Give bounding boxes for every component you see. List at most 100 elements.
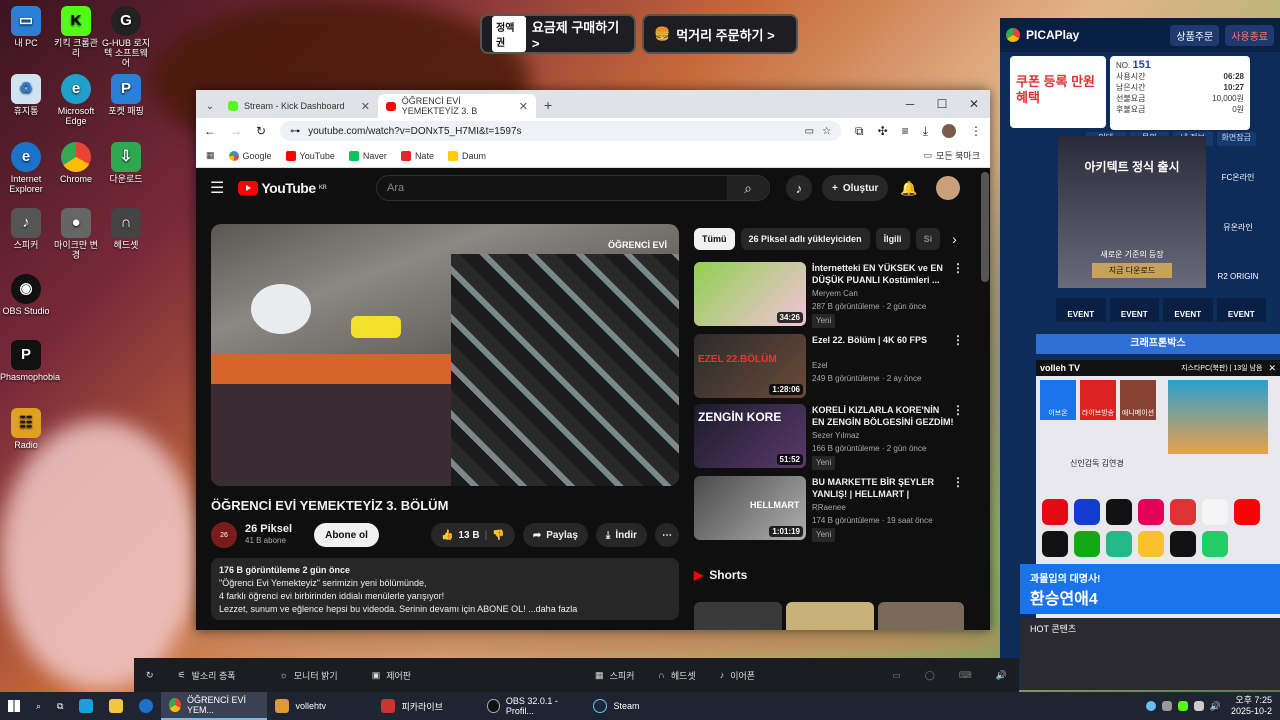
ghub-desktop-icon[interactable]: G G-HUB 로지텍 소프트웨어 bbox=[100, 6, 152, 68]
site-info-icon[interactable]: ⊶ bbox=[290, 126, 300, 137]
bell-icon[interactable]: 🔔 bbox=[900, 180, 917, 197]
edge-desktop-icon[interactable]: e Microsoft Edge bbox=[50, 74, 102, 126]
recommendation-item[interactable]: EZEL 22.BÖLÜM 1:28:06 Ezel 22. Bölüm | 4K… bbox=[694, 334, 964, 398]
minimize-icon[interactable]: ─ bbox=[894, 90, 926, 118]
more-options-icon[interactable]: ⋮ bbox=[952, 476, 964, 488]
recommendation-item[interactable]: HELLMART 1:01:19 BU MARKETTE BİR ŞEYLER Y… bbox=[694, 476, 964, 542]
tab-youtube[interactable]: ÖĞRENCİ EVİ YEMEKTEYİZ 3. B ✕ bbox=[378, 94, 536, 118]
architect-game-ad[interactable]: 아키텍트 정식 출시 새로운 기준의 등장 지금 다운로드 bbox=[1058, 136, 1206, 288]
close-icon[interactable]: ✕ bbox=[958, 90, 990, 118]
thumbs-down-icon[interactable]: 👎 bbox=[492, 530, 504, 541]
close-tab-icon[interactable]: ✕ bbox=[361, 100, 370, 113]
tving-icon[interactable] bbox=[1138, 531, 1164, 557]
media-icon[interactable]: ≡ bbox=[902, 124, 909, 138]
share-button[interactable]: ➦ Paylaş bbox=[522, 523, 588, 547]
short-thumbnail[interactable] bbox=[786, 602, 874, 630]
tab-search-icon[interactable]: ⌄ bbox=[200, 101, 220, 112]
order-food-button[interactable]: 🍔 먹거리 주문하기 > bbox=[642, 14, 798, 54]
bookmark-google[interactable]: Google bbox=[228, 150, 272, 161]
like-button[interactable]: 👍 13 B | 👎 bbox=[430, 523, 515, 547]
kick-tray-icon[interactable] bbox=[1177, 701, 1188, 711]
search-icon[interactable]: ⌕ bbox=[727, 176, 769, 200]
bookmark-nate[interactable]: Nate bbox=[400, 150, 434, 161]
tab-kick[interactable]: Stream - Kick Dashboard ✕ bbox=[220, 94, 378, 118]
short-thumbnail[interactable] bbox=[878, 602, 964, 630]
earphone-output-button[interactable]: ♪ 이어폰 bbox=[708, 669, 767, 682]
all-bookmarks[interactable]: ▭ 모든 북마크 bbox=[924, 149, 980, 162]
extension-icon[interactable]: ⧉ bbox=[855, 124, 864, 139]
download-button[interactable]: ⤓ İndir bbox=[595, 523, 647, 547]
profile-avatar[interactable] bbox=[942, 124, 956, 138]
more-options-icon[interactable]: ⋮ bbox=[952, 262, 964, 274]
hamburger-menu-icon[interactable]: ☰ bbox=[210, 178, 224, 198]
taskbar-app-chrome[interactable]: ÖĞRENCİ EVİ YEM... bbox=[161, 692, 268, 720]
close-icon[interactable]: ✕ bbox=[1268, 363, 1276, 374]
back-icon[interactable]: ← bbox=[204, 124, 216, 138]
recommendation-item[interactable]: ZENGİN KORE 51:52 KORELİ KIZLARLA KORE'Nİ… bbox=[694, 404, 964, 470]
wavve-icon[interactable] bbox=[1138, 499, 1164, 525]
movie-icon[interactable] bbox=[1170, 499, 1196, 525]
search-icon[interactable]: ⌕ bbox=[28, 692, 49, 720]
ie-desktop-icon[interactable]: e Internet Explorer bbox=[0, 142, 52, 194]
soop-icon[interactable] bbox=[1042, 531, 1068, 557]
my-pc-desktop-icon[interactable]: ▭ 내 PC bbox=[0, 6, 52, 48]
featured-show-thumbnail[interactable] bbox=[1168, 380, 1268, 454]
desktop-app-icon[interactable] bbox=[71, 692, 101, 720]
maximize-icon[interactable]: ☐ bbox=[926, 90, 958, 118]
disney-plus-icon[interactable] bbox=[1074, 499, 1100, 525]
speaker-output-button[interactable]: ▦ 스피커 bbox=[583, 669, 646, 682]
clock[interactable]: 오후 7:25 2025-10-2 bbox=[1231, 695, 1272, 717]
chip-all[interactable]: Tümü bbox=[694, 228, 735, 250]
chip-uploader[interactable]: 26 Piksel adlı yükleyiciden bbox=[740, 228, 870, 250]
radio-desktop-icon[interactable]: ☷ Radio bbox=[0, 408, 52, 450]
bookmark-star-icon[interactable]: ☆ bbox=[822, 126, 831, 137]
start-button[interactable] bbox=[0, 692, 28, 720]
monitor-brightness-button[interactable]: ☼ 모니터 밝기 bbox=[268, 669, 350, 682]
create-button[interactable]: + Oluştur bbox=[822, 175, 889, 201]
app-icon[interactable] bbox=[1202, 499, 1228, 525]
bookmark-naver[interactable]: Naver bbox=[348, 150, 387, 161]
apple-tv-icon[interactable] bbox=[1106, 499, 1132, 525]
mic-desktop-icon[interactable]: ● 마이크만 변경 bbox=[50, 208, 102, 260]
headset-output-button[interactable]: ∩ 헤드셋 bbox=[646, 669, 707, 682]
krafton-box-link[interactable]: 크래프톤박스 bbox=[1036, 334, 1280, 354]
more-actions-icon[interactable]: ⋯ bbox=[655, 523, 679, 547]
reload-icon[interactable]: ↻ bbox=[256, 124, 266, 138]
downloads-desktop-icon[interactable]: ⇩ 다운로드 bbox=[100, 142, 152, 184]
video-player[interactable]: ÖĞRENCİ EVİ bbox=[211, 224, 679, 486]
menu-icon[interactable]: ⋮ bbox=[970, 124, 982, 138]
subscribe-button[interactable]: Abone ol bbox=[314, 523, 379, 547]
png-desktop-icon[interactable]: P 포켓 패핑 bbox=[100, 74, 152, 116]
speaker-desktop-icon[interactable]: ♪ 스피커 bbox=[0, 208, 52, 250]
keyboard-icon[interactable]: ⌨ bbox=[947, 670, 984, 681]
order-product-button[interactable]: 상품주문 bbox=[1170, 24, 1220, 46]
fc-online-link[interactable]: FC온라인 bbox=[1210, 136, 1266, 186]
chip-related[interactable]: İlgili bbox=[875, 228, 910, 250]
more-options-icon[interactable]: ⋮ bbox=[952, 334, 964, 346]
discord-tray-icon[interactable] bbox=[1161, 701, 1172, 711]
avatar[interactable] bbox=[936, 176, 960, 200]
cast-icon[interactable]: ▭ bbox=[805, 126, 814, 137]
refresh-icon[interactable]: ↻ bbox=[134, 670, 166, 681]
apps-grid-icon[interactable]: ▦ bbox=[206, 150, 215, 161]
channel-avatar[interactable]: 26 bbox=[211, 522, 237, 548]
volume-icon[interactable]: 🔊 bbox=[984, 670, 1019, 681]
close-tab-icon[interactable]: ✕ bbox=[519, 100, 528, 113]
mouse-icon[interactable]: ◯ bbox=[913, 670, 947, 681]
news-item[interactable]: 신인감독 김연경 bbox=[1036, 458, 1280, 469]
netflix-icon[interactable] bbox=[1042, 499, 1068, 525]
forward-icon[interactable]: → bbox=[230, 124, 242, 138]
file-explorer-icon[interactable] bbox=[101, 692, 131, 720]
download-icon[interactable]: ⤓ bbox=[923, 124, 928, 139]
bookmark-youtube[interactable]: YouTube bbox=[285, 150, 335, 161]
taskbar-app-picalive[interactable]: 피카라이브 bbox=[373, 692, 479, 720]
url-field[interactable]: ⊶ youtube.com/watch?v=DONxT5_H7MI&t=1597… bbox=[280, 121, 842, 141]
webtoon-icon[interactable] bbox=[1202, 531, 1228, 557]
obs-desktop-icon[interactable]: ◉ OBS Studio bbox=[0, 274, 52, 316]
kick-desktop-icon[interactable]: K 키킥 크롬관리 bbox=[50, 6, 102, 58]
taskbar-app-obs[interactable]: OBS 32.0.1 - Profil... bbox=[479, 692, 585, 720]
footstep-boost-button[interactable]: ⚟ 발소리 증폭 bbox=[166, 669, 248, 682]
tiktok-icon[interactable] bbox=[1170, 531, 1196, 557]
recycle-bin-desktop-icon[interactable]: ♻ 휴지통 bbox=[0, 74, 52, 116]
r2-origin-link[interactable]: R2 ORIGIN bbox=[1210, 236, 1266, 286]
